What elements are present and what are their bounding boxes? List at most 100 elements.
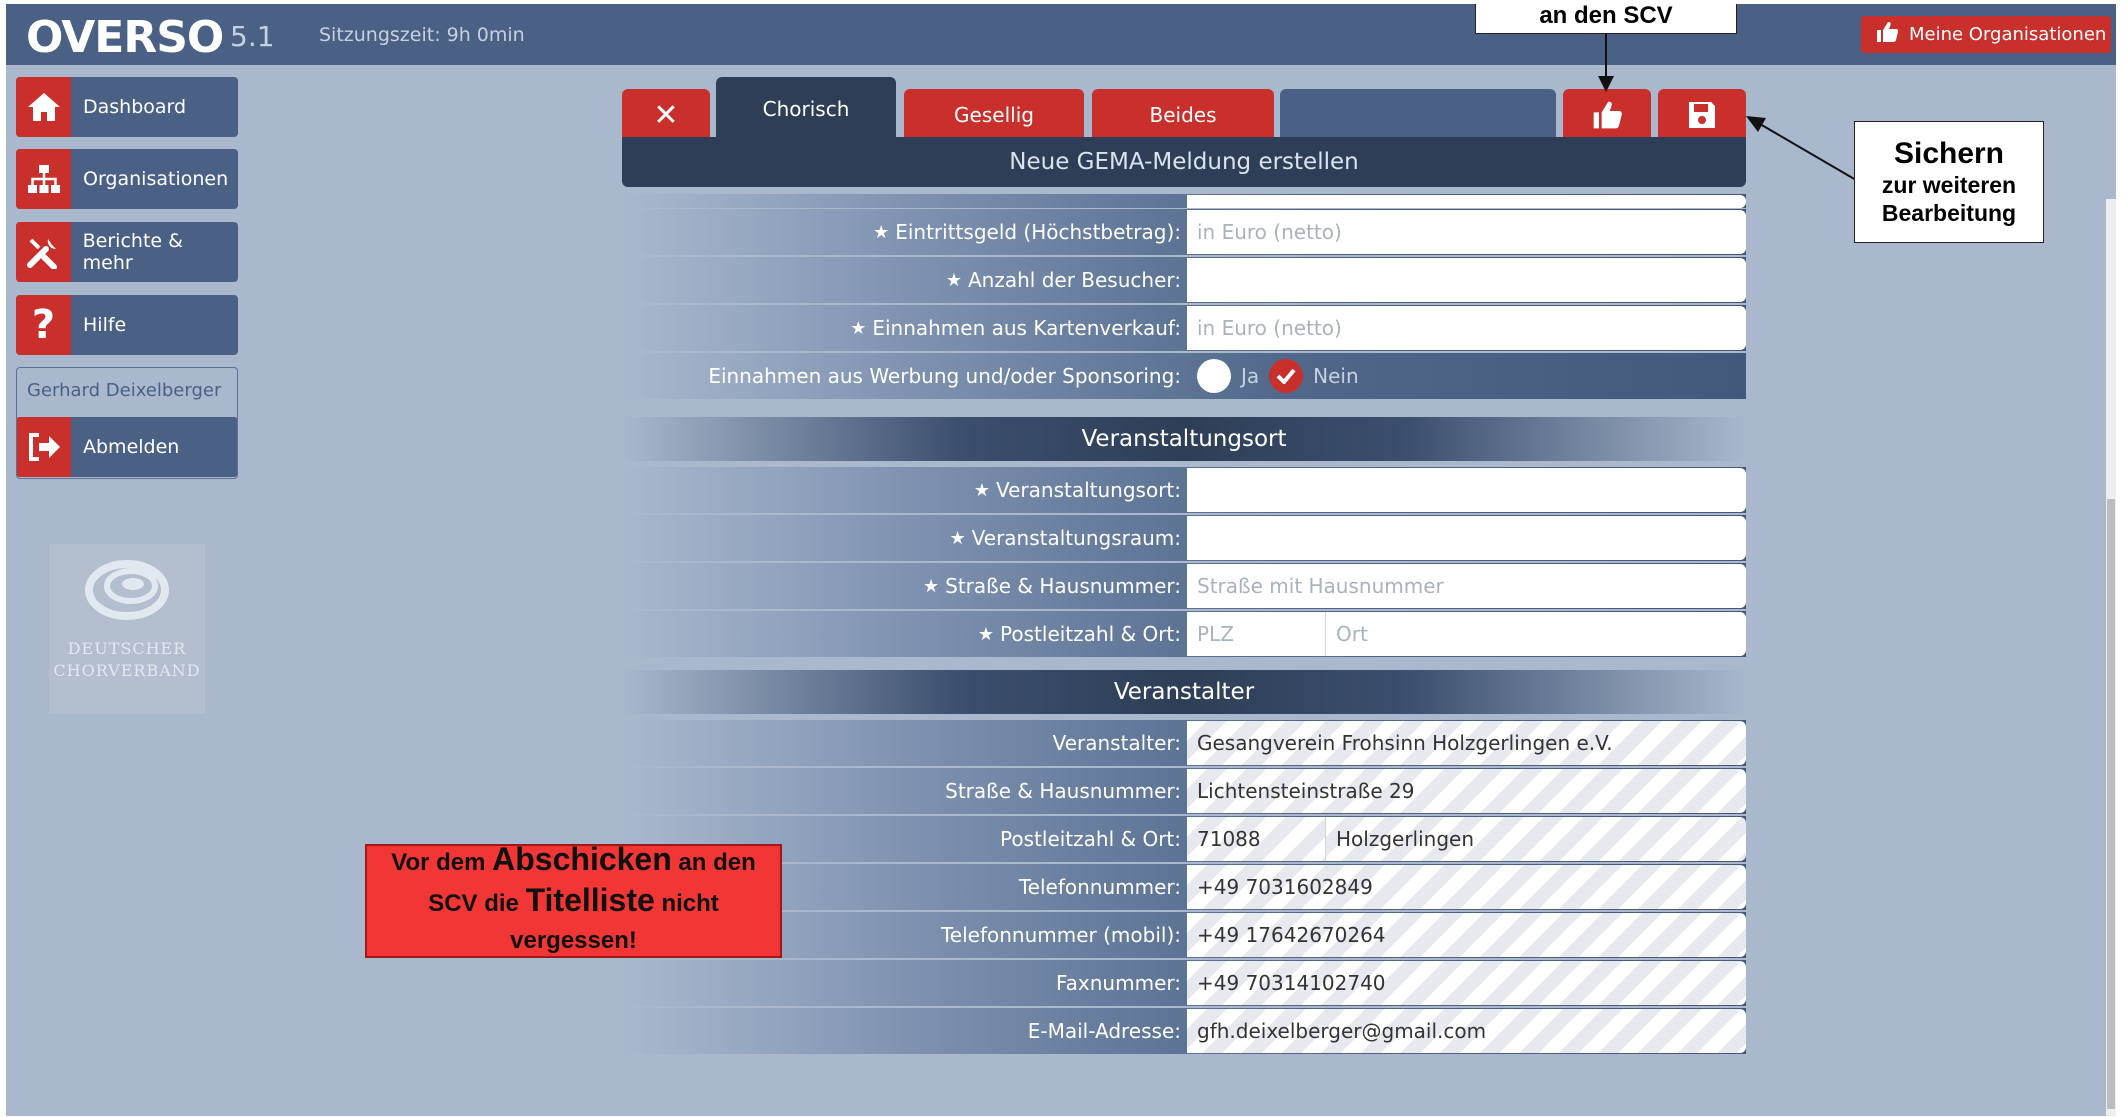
required-star-icon: ★ <box>873 221 890 243</box>
form-title: Neue GEMA-Meldung erstellen <box>622 137 1746 187</box>
mobil-field: +49 17642670264 <box>1187 913 1746 957</box>
besucher-input[interactable] <box>1187 258 1746 302</box>
tab-label: Chorisch <box>762 97 850 121</box>
veranstalter-ort-field: Holzgerlingen <box>1326 817 1746 861</box>
warn-part-4: Titelliste <box>525 881 655 918</box>
top-bar: OVERSO 5.1 Sitzungszeit: 9h 0min Meine O… <box>6 4 2116 65</box>
row-werbung: Einnahmen aus Werbung und/oder Sponsorin… <box>622 353 1746 399</box>
required-star-icon: ★ <box>945 269 962 291</box>
row-telefon: Telefonnummer: +49 7031602849 <box>622 864 1746 910</box>
radio-nein[interactable] <box>1269 359 1304 393</box>
row-raum: ★ Veranstaltungsraum: <box>622 515 1746 561</box>
my-organizations-button[interactable]: Meine Organisationen <box>1861 16 2111 53</box>
plz-label: ★ Postleitzahl & Ort: <box>978 611 1181 657</box>
scrollbar-thumb[interactable] <box>2107 499 2115 1109</box>
annotation-sichern-line2: Bearbeitung <box>1881 200 2017 226</box>
veranstalter-plz-field: 71088 <box>1187 817 1326 861</box>
radio-nein-label: Nein <box>1313 364 1359 388</box>
eintrittsgeld-label: ★ Eintrittsgeld (Höchstbetrag): <box>873 209 1181 255</box>
annotation-sichern-line1: zur weiteren <box>1881 172 2017 198</box>
sidebar-item-label: Hilfe <box>83 314 127 336</box>
row-plz: ★ Postleitzahl & Ort: PLZ Ort <box>622 611 1746 657</box>
close-icon: ✕ <box>653 97 679 133</box>
besucher-label: ★ Anzahl der Besucher: <box>946 257 1181 303</box>
kartenverkauf-label-text: Einnahmen aus Kartenverkauf: <box>872 316 1181 340</box>
veranstalter-strasse-field: Lichtensteinstraße 29 <box>1187 769 1746 813</box>
row-email: E-Mail-Adresse: gfh.deixelberger@gmail.c… <box>622 1008 1746 1054</box>
save-button[interactable] <box>1658 89 1746 141</box>
chorverband-emblem-icon <box>85 560 169 620</box>
tab-beides[interactable]: Beides <box>1092 89 1274 141</box>
app-frame: OVERSO 5.1 Sitzungszeit: 9h 0min Meine O… <box>6 4 2116 1116</box>
row-fax: Faxnummer: +49 70314102740 <box>622 960 1746 1006</box>
arrow-left-icon <box>1746 116 1857 181</box>
radio-ja-label: Ja <box>1241 364 1260 388</box>
close-button[interactable]: ✕ <box>622 89 710 141</box>
veranstalter-plz-label: Postleitzahl & Ort: <box>1000 827 1181 851</box>
row-veranstalter-plz: Postleitzahl & Ort: 71088 Holzgerlingen <box>622 816 1746 862</box>
tab-label: Gesellig <box>954 103 1034 127</box>
required-star-icon: ★ <box>949 527 966 549</box>
email-field: gfh.deixelberger@gmail.com <box>1187 1009 1746 1053</box>
logout-label: Abmelden <box>83 436 180 458</box>
email-label: E-Mail-Adresse: <box>1027 1019 1181 1043</box>
row-mobil: Telefonnummer (mobil): +49 17642670264 <box>622 912 1746 958</box>
ort-input[interactable]: Ort <box>1326 612 1746 656</box>
chorverband-text: Deutscher Chorverband <box>53 638 200 682</box>
thumbs-up-icon <box>1875 21 1899 48</box>
arrow-down-icon <box>1598 34 1614 92</box>
section-veranstaltungsort: Veranstaltungsort <box>622 417 1746 461</box>
app-logo[interactable]: OVERSO <box>26 12 224 63</box>
plz-ort-group: PLZ Ort <box>1187 612 1746 656</box>
tab-chorisch[interactable]: Chorisch <box>716 77 896 141</box>
warn-part-1: Vor dem <box>391 848 493 876</box>
annotation-sichern: Sichern zur weiteren Bearbeitung <box>1854 121 2044 243</box>
annotation-sichern-title: Sichern <box>1893 137 2005 170</box>
besucher-label-text: Anzahl der Besucher: <box>968 268 1181 292</box>
submit-button[interactable] <box>1563 89 1651 141</box>
hidden-row <box>622 194 1746 208</box>
section-veranstalter: Veranstalter <box>622 670 1746 714</box>
row-eintrittsgeld: ★ Eintrittsgeld (Höchstbetrag): in Euro (… <box>622 209 1746 255</box>
required-star-icon: ★ <box>977 623 995 645</box>
user-name: Gerhard Deixelberger <box>27 380 222 401</box>
ort-label-text: Veranstaltungsort: <box>995 478 1181 502</box>
strasse-input[interactable]: Straße mit Hausnummer <box>1187 564 1746 608</box>
plz-input[interactable]: PLZ <box>1187 612 1326 656</box>
kartenverkauf-input[interactable]: in Euro (netto) <box>1187 306 1746 350</box>
mobil-label: Telefonnummer (mobil): <box>940 923 1181 947</box>
radio-ja[interactable] <box>1197 359 1231 393</box>
chorverband-logo: Deutscher Chorverband <box>49 544 205 714</box>
sidebar-item-dashboard[interactable]: Dashboard <box>16 77 238 137</box>
sidebar-item-label: Organisationen <box>83 168 229 190</box>
row-veranstalter: Veranstalter: Gesangverein Frohsinn Holz… <box>622 720 1746 766</box>
brand-line-2: Chorverband <box>53 661 201 680</box>
telefon-field: +49 7031602849 <box>1187 865 1746 909</box>
app-version: 5.1 <box>230 20 275 53</box>
session-time: Sitzungszeit: 9h 0min <box>319 24 525 46</box>
scrollbar[interactable] <box>2106 199 2116 1116</box>
eintrittsgeld-input[interactable]: in Euro (netto) <box>1187 210 1746 254</box>
row-strasse: ★ Straße & Hausnummer: Straße mit Hausnum… <box>622 563 1746 609</box>
veranstaltungsort-input[interactable] <box>1187 468 1746 512</box>
sidebar-item-organisationen[interactable]: Organisationen <box>16 149 238 209</box>
veranstalter-label: Veranstalter: <box>1052 731 1181 755</box>
tab-spacer <box>1280 89 1556 141</box>
my-organizations-label: Meine Organisationen <box>1909 24 2107 45</box>
ort-label: ★ Veranstaltungsort: <box>974 467 1181 513</box>
logout-button[interactable]: Abmelden <box>17 417 237 477</box>
strasse-label-text: Straße & Hausnummer: <box>945 574 1181 598</box>
raum-label-text: Veranstaltungsraum: <box>971 526 1181 550</box>
warn-part-2: Abschicken <box>492 840 672 877</box>
tab-label: Beides <box>1149 103 1217 127</box>
veranstaltungsraum-input[interactable] <box>1187 516 1746 560</box>
sidebar-item-hilfe[interactable]: ? Hilfe <box>16 295 238 355</box>
hidden-field <box>1187 195 1746 208</box>
required-star-icon: ★ <box>973 479 990 501</box>
required-star-icon: ★ <box>850 317 867 339</box>
user-panel: Gerhard Deixelberger Abmelden <box>16 367 238 479</box>
sidebar-item-berichte[interactable]: Berichte & mehr <box>16 222 238 282</box>
strasse-label: ★ Straße & Hausnummer: <box>923 563 1181 609</box>
veranstalter-strasse-label: Straße & Hausnummer: <box>945 779 1181 803</box>
tab-gesellig[interactable]: Gesellig <box>904 89 1084 141</box>
